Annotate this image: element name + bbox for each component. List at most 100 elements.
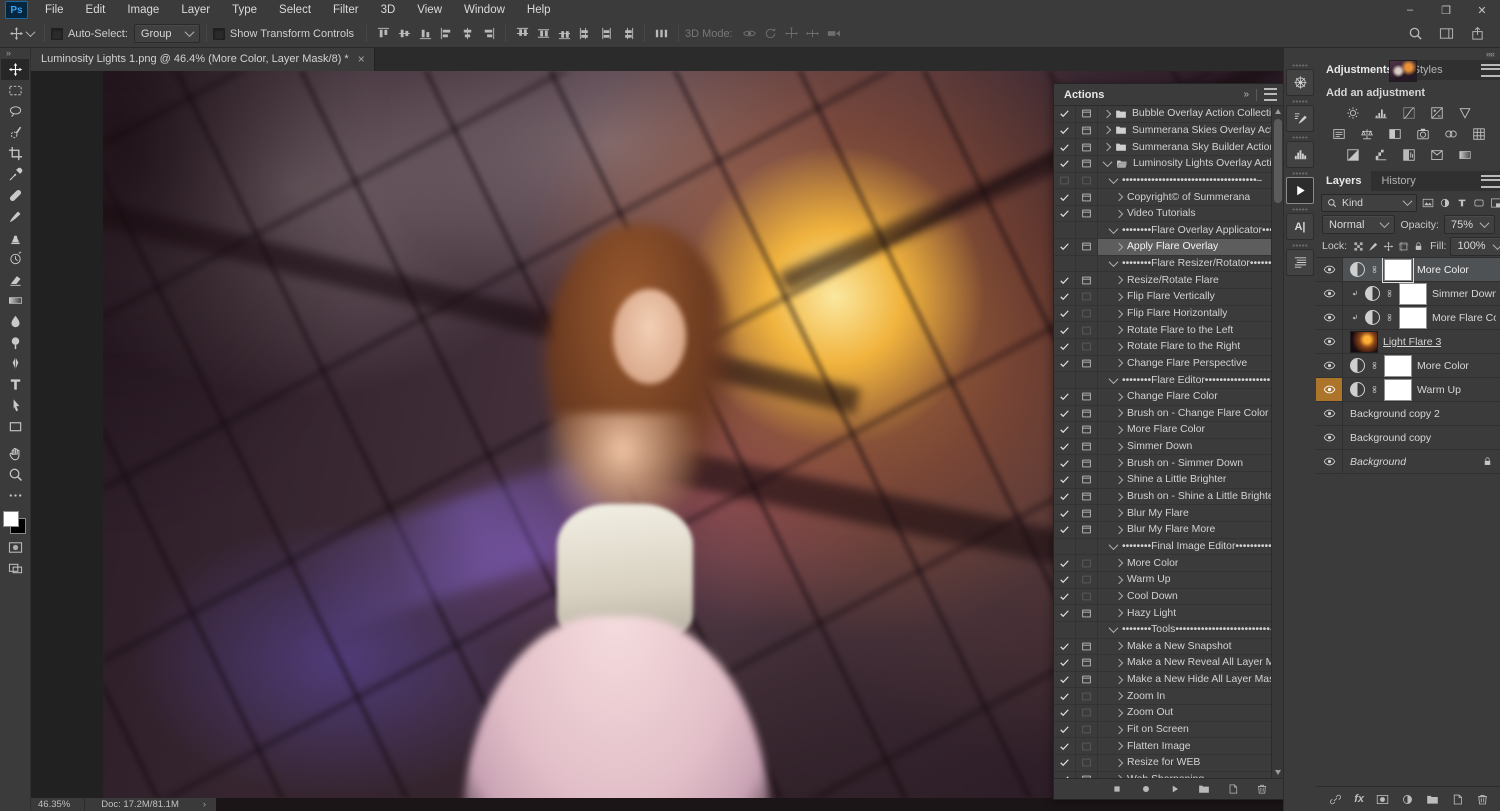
- chevron-right-icon[interactable]: [1115, 193, 1123, 201]
- action-dialog-toggle[interactable]: [1076, 589, 1098, 605]
- menu-edit[interactable]: Edit: [75, 0, 117, 20]
- wheel-panel-button[interactable]: [1286, 69, 1314, 96]
- align-right-button[interactable]: [478, 23, 499, 44]
- menu-view[interactable]: View: [406, 0, 453, 20]
- action-checkbox[interactable]: [1054, 489, 1076, 505]
- action-checkbox[interactable]: [1054, 505, 1076, 521]
- character-panel-button[interactable]: A|: [1286, 213, 1314, 240]
- action-row[interactable]: ••••••••Final Image Editor••••••••••••..…: [1054, 539, 1272, 556]
- action-row[interactable]: Summerana Sky Builder Action Collect...: [1054, 139, 1272, 156]
- adjustment-gradient-map-button[interactable]: [1453, 146, 1476, 163]
- adjustment-selective-color-button[interactable]: [1425, 146, 1448, 163]
- filter-f-type-button[interactable]: [1453, 194, 1470, 211]
- chevron-right-icon[interactable]: [1115, 692, 1123, 700]
- action-row[interactable]: Brush on - Change Flare Color: [1054, 406, 1272, 423]
- filter-adj-circle-button[interactable]: [1436, 194, 1453, 211]
- layer-row[interactable]: Light Flare 3: [1316, 330, 1500, 354]
- folder-closed-button[interactable]: [1198, 783, 1210, 795]
- fill-dropdown[interactable]: 100%: [1450, 237, 1500, 256]
- eraser-tool[interactable]: [1, 269, 29, 290]
- chevron-right-icon[interactable]: [1115, 392, 1123, 400]
- chevron-right-icon[interactable]: [1115, 359, 1123, 367]
- adjustment-hue-saturation-button[interactable]: [1327, 125, 1350, 142]
- close-icon[interactable]: ×: [358, 53, 365, 65]
- action-checkbox[interactable]: [1054, 605, 1076, 621]
- quick-select-tool[interactable]: [1, 122, 29, 143]
- scroll-down-icon[interactable]: [1275, 770, 1281, 775]
- action-checkbox[interactable]: [1054, 472, 1076, 488]
- close-button[interactable]: ✕: [1464, 0, 1500, 20]
- visibility-eye-icon[interactable]: [1316, 354, 1343, 377]
- zoom-level-field[interactable]: 46.35%: [30, 798, 85, 811]
- action-dialog-toggle[interactable]: [1076, 522, 1098, 538]
- action-row[interactable]: Summerana Skies Overlay Action Coll...: [1054, 123, 1272, 140]
- adjustment-exposure-button[interactable]: [1425, 104, 1448, 121]
- chevron-right-icon[interactable]: [1115, 459, 1123, 467]
- action-checkbox[interactable]: [1054, 522, 1076, 538]
- action-checkbox[interactable]: [1054, 139, 1076, 155]
- action-checkbox[interactable]: [1054, 755, 1076, 771]
- action-dialog-toggle[interactable]: [1076, 306, 1098, 322]
- ellipsis-tool[interactable]: [1, 485, 29, 506]
- action-dialog-toggle[interactable]: [1076, 738, 1098, 754]
- action-row[interactable]: ••••••••Tools••••••••••••••••••••••••••–: [1054, 622, 1272, 639]
- layer-row[interactable]: More Flare Co...: [1316, 306, 1500, 330]
- action-row[interactable]: Change Flare Perspective: [1054, 356, 1272, 373]
- chevron-right-icon[interactable]: [1115, 709, 1123, 717]
- brush-settings-panel-button[interactable]: [1286, 105, 1314, 132]
- align-left-button[interactable]: [436, 23, 457, 44]
- chevron-right-icon[interactable]: [1115, 659, 1123, 667]
- chevron-right-icon[interactable]: [1103, 126, 1111, 134]
- adjustment-black-white-button[interactable]: [1383, 125, 1406, 142]
- layer-mask-thumbnail[interactable]: [1384, 379, 1412, 401]
- menu-type[interactable]: Type: [221, 0, 268, 20]
- visibility-eye-icon[interactable]: [1316, 282, 1343, 305]
- gradient-tool[interactable]: [1, 290, 29, 311]
- document-tab[interactable]: Luminosity Lights 1.png @ 46.4% (More Co…: [30, 47, 375, 71]
- quick-mask-button[interactable]: [1, 537, 29, 558]
- action-row[interactable]: Video Tutorials: [1054, 206, 1272, 223]
- action-row[interactable]: Change Flare Color: [1054, 389, 1272, 406]
- tab-layers[interactable]: Layers: [1316, 171, 1371, 191]
- action-row[interactable]: Blur My Flare: [1054, 505, 1272, 522]
- action-dialog-toggle[interactable]: [1076, 505, 1098, 521]
- menu-layer[interactable]: Layer: [170, 0, 221, 20]
- action-dialog-toggle[interactable]: [1076, 156, 1098, 172]
- action-row[interactable]: Resize/Rotate Flare: [1054, 272, 1272, 289]
- action-dialog-toggle[interactable]: [1076, 639, 1098, 655]
- action-checkbox[interactable]: [1054, 738, 1076, 754]
- chevron-right-icon[interactable]: [1115, 675, 1123, 683]
- chevron-right-icon[interactable]: [1115, 775, 1123, 778]
- menu-window[interactable]: Window: [453, 0, 516, 20]
- visibility-eye-icon[interactable]: [1316, 378, 1343, 401]
- action-row[interactable]: Web Sharpening: [1054, 772, 1272, 778]
- action-checkbox[interactable]: [1054, 123, 1076, 139]
- action-dialog-toggle[interactable]: [1076, 289, 1098, 305]
- workspace-button[interactable]: [1436, 23, 1457, 44]
- action-checkbox[interactable]: [1054, 622, 1076, 638]
- action-row[interactable]: Rotate Flare to the Left: [1054, 322, 1272, 339]
- chevron-right-icon[interactable]: [1115, 326, 1123, 334]
- link-button[interactable]: [1329, 793, 1342, 806]
- action-row[interactable]: Brush on - Shine a Little Brighter: [1054, 489, 1272, 506]
- record-button[interactable]: [1140, 783, 1152, 795]
- type-tool[interactable]: [1, 374, 29, 395]
- visibility-eye-icon[interactable]: [1316, 258, 1343, 281]
- adjustment-curves-button[interactable]: [1397, 104, 1420, 121]
- action-row[interactable]: Make a New Hide All Layer Mask (Black): [1054, 672, 1272, 689]
- action-row[interactable]: Zoom In: [1054, 688, 1272, 705]
- move-tool[interactable]: [1, 59, 29, 80]
- action-dialog-toggle[interactable]: [1076, 722, 1098, 738]
- show-transform-checkbox[interactable]: [213, 28, 225, 40]
- action-dialog-toggle[interactable]: [1076, 189, 1098, 205]
- auto-select-target-dropdown[interactable]: Group: [134, 24, 200, 43]
- action-dialog-toggle[interactable]: [1076, 672, 1098, 688]
- action-row[interactable]: Warm Up: [1054, 572, 1272, 589]
- action-dialog-toggle[interactable]: [1076, 239, 1098, 255]
- marquee-tool[interactable]: [1, 80, 29, 101]
- action-checkbox[interactable]: [1054, 655, 1076, 671]
- filter-f-pixel-button[interactable]: [1419, 194, 1436, 211]
- adjustment-color-lookup-button[interactable]: [1467, 125, 1490, 142]
- action-checkbox[interactable]: [1054, 455, 1076, 471]
- restore-button[interactable]: ❐: [1428, 0, 1464, 20]
